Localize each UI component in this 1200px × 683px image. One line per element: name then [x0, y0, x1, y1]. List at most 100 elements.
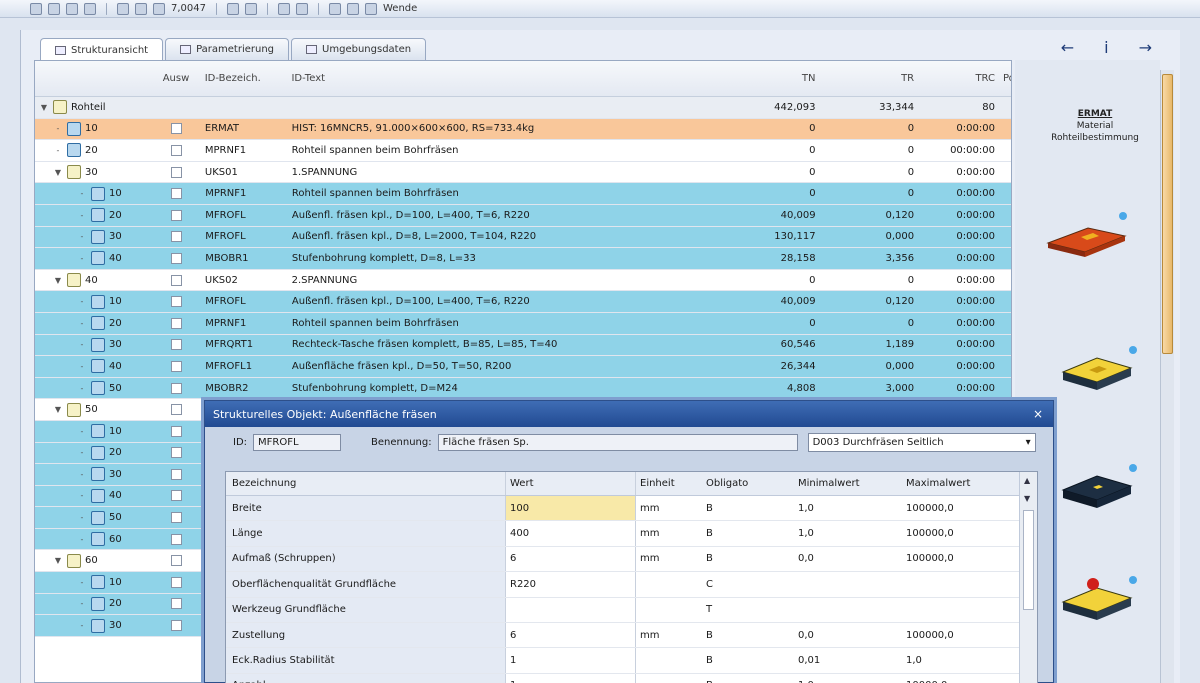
parameter-value-input[interactable]: 6 [506, 622, 636, 648]
header-tr[interactable]: TR [820, 73, 919, 84]
expand-icon[interactable] [278, 2, 290, 15]
select-checkbox[interactable] [171, 512, 183, 524]
name-field[interactable]: Fläche fräsen Sp. [437, 433, 798, 451]
filter-icon[interactable] [227, 2, 239, 15]
back-arrow-icon[interactable]: ← [1061, 38, 1074, 57]
header-unit[interactable]: Einheit [636, 478, 702, 489]
table-row[interactable]: - 50 MBOBR2 Stufenbohrung komplett, D=M2… [35, 377, 1011, 400]
scrollbar-thumb[interactable] [1162, 74, 1173, 354]
scrollbar-thumb[interactable] [1023, 510, 1034, 610]
table-row[interactable]: - 30 MFRQRT1 Rechteck-Tasche fräsen komp… [35, 334, 1011, 357]
id-field[interactable]: MFROFL [253, 433, 342, 451]
close-icon[interactable]: × [1033, 407, 1043, 421]
collapse-icon[interactable] [296, 2, 308, 15]
parameter-row[interactable]: Werkzeug Grundfläche T [226, 597, 1037, 623]
tree-icon[interactable] [329, 2, 341, 15]
table-row[interactable]: ▼ 30 UKS01 1.SPANNUNG 0 0 0:00:00 [35, 161, 1011, 184]
header-value[interactable]: Wert [506, 472, 636, 495]
collapse-icon[interactable]: ▼ [53, 276, 63, 285]
select-checkbox[interactable] [171, 382, 183, 394]
red-block-icon[interactable] [1043, 208, 1129, 258]
table-row[interactable]: - 40 MBOBR1 Stufenbohrung komplett, D=8,… [35, 248, 1011, 270]
sort-icon[interactable] [245, 2, 257, 15]
parameter-row[interactable]: Breite 100 mm B 1,0 100000,0 [226, 496, 1037, 522]
tab-parameters[interactable]: Parametrierung [165, 38, 290, 60]
select-checkbox[interactable] [171, 360, 183, 372]
calculator-icon[interactable] [117, 2, 129, 15]
parameter-value-input[interactable]: 400 [506, 521, 636, 546]
header-text[interactable]: ID-Text [287, 73, 701, 84]
parameter-value-input[interactable]: 1 [506, 648, 636, 673]
header-position[interactable]: Position [999, 73, 1011, 84]
parameter-row[interactable]: Zustellung 6 mm B 0,0 100000,0 [226, 622, 1037, 649]
collapse-icon[interactable]: ▼ [53, 405, 63, 414]
select-checkbox[interactable] [171, 468, 183, 480]
select-checkbox[interactable] [171, 188, 183, 200]
vertical-scrollbar[interactable] [1160, 70, 1174, 683]
table-row[interactable]: - 20 MFROFL Außenfl. fräsen kpl., D=100,… [35, 204, 1011, 227]
help-icon[interactable] [153, 2, 165, 15]
select-checkbox[interactable] [171, 252, 183, 264]
parameter-row[interactable]: Anzahl 1 B 1,0 10000,0 [226, 673, 1037, 683]
parameter-row[interactable]: Oberflächenqualität Grundfläche R220 C [226, 572, 1037, 598]
arrow-up-icon[interactable] [365, 2, 377, 15]
header-max[interactable]: Maximalwert [902, 478, 1012, 489]
table-row-root[interactable]: ▼ Rohteil 442,093 33,344 80 [35, 97, 1011, 119]
table-row[interactable]: - 10 MFROFL Außenfl. fräsen kpl., D=100,… [35, 291, 1011, 313]
standard-dropdown[interactable]: D003 Durchfräsen Seitlich ▾ [807, 432, 1036, 452]
parameter-row[interactable]: Eck.Radius Stabilität 1 B 0,01 1,0 [226, 648, 1037, 674]
tool-icon[interactable] [135, 2, 147, 15]
header-id[interactable]: ID-Bezeich. [201, 73, 288, 84]
header-tn[interactable]: TN [701, 73, 819, 84]
table-row[interactable]: ▼ 40 UKS02 2.SPANNUNG 0 0 0:00:00 [35, 269, 1011, 292]
select-checkbox[interactable] [170, 144, 182, 156]
toolbar-label[interactable]: Wende [383, 3, 417, 14]
header-trc[interactable]: TRC [918, 73, 999, 84]
table-row[interactable]: - 40 MFROFL1 Außenfläche fräsen kpl., D=… [35, 356, 1011, 378]
select-checkbox[interactable] [170, 555, 182, 567]
copy-icon[interactable] [84, 2, 96, 15]
parameter-value-input[interactable]: 6 [506, 546, 636, 572]
select-checkbox[interactable] [171, 317, 183, 329]
parameter-value-input[interactable]: R220 [506, 572, 636, 597]
table-row[interactable]: - 20 MPRNF1 Rohteil spannen beim Bohrfrä… [35, 140, 1011, 162]
parameter-scrollbar[interactable]: ▲ ▼ [1019, 472, 1037, 683]
parameter-value-input[interactable]: 100 [506, 496, 636, 521]
yellow-pocket-icon[interactable] [1055, 342, 1141, 392]
header-name[interactable]: Bezeichnung [226, 472, 506, 495]
parameter-row[interactable]: Länge 400 mm B 1,0 100000,0 [226, 521, 1037, 547]
header-obligatory[interactable]: Obligato [702, 478, 794, 489]
table-row[interactable]: - 10 ERMAT HIST: 16MNCR5, 91.000×600×600… [35, 118, 1011, 141]
parameter-value-input[interactable] [506, 597, 636, 622]
scroll-down-icon[interactable]: ▼ [1024, 494, 1030, 503]
folder-icon[interactable] [48, 2, 60, 15]
select-checkbox[interactable] [170, 274, 182, 286]
collapse-icon[interactable]: ▼ [53, 556, 63, 565]
select-checkbox[interactable] [171, 533, 183, 545]
select-checkbox[interactable] [171, 209, 183, 221]
arrow-down-icon[interactable] [347, 2, 359, 15]
select-checkbox[interactable] [171, 576, 183, 588]
drill-block-icon[interactable] [1055, 460, 1141, 510]
parameter-row[interactable]: Aufmaß (Schruppen) 6 mm B 0,0 100000,0 [226, 546, 1037, 573]
select-checkbox[interactable] [170, 166, 182, 178]
header-selection[interactable]: Ausw [151, 73, 200, 84]
header-min[interactable]: Minimalwert [794, 478, 902, 489]
scroll-up-icon[interactable]: ▲ [1024, 476, 1030, 485]
select-checkbox[interactable] [171, 296, 183, 308]
save-icon[interactable] [30, 2, 42, 15]
print-icon[interactable] [66, 2, 78, 15]
dialog-titlebar[interactable]: Strukturelles Objekt: Außenfläche fräsen… [205, 401, 1053, 427]
select-checkbox[interactable] [170, 123, 182, 135]
table-row[interactable]: - 30 MFROFL Außenfl. fräsen kpl., D=8, L… [35, 226, 1011, 249]
parameter-value-input[interactable]: 1 [506, 673, 636, 683]
select-checkbox[interactable] [171, 598, 183, 610]
info-icon[interactable]: i [1104, 38, 1108, 57]
select-checkbox[interactable] [171, 490, 183, 502]
select-checkbox[interactable] [170, 404, 182, 416]
select-checkbox[interactable] [171, 425, 183, 437]
tab-structure[interactable]: Strukturansicht [40, 38, 164, 61]
standard-title[interactable]: ERMAT Material Rohteilbestimmung [1035, 108, 1155, 144]
select-checkbox[interactable] [171, 620, 183, 632]
select-checkbox[interactable] [171, 447, 183, 459]
